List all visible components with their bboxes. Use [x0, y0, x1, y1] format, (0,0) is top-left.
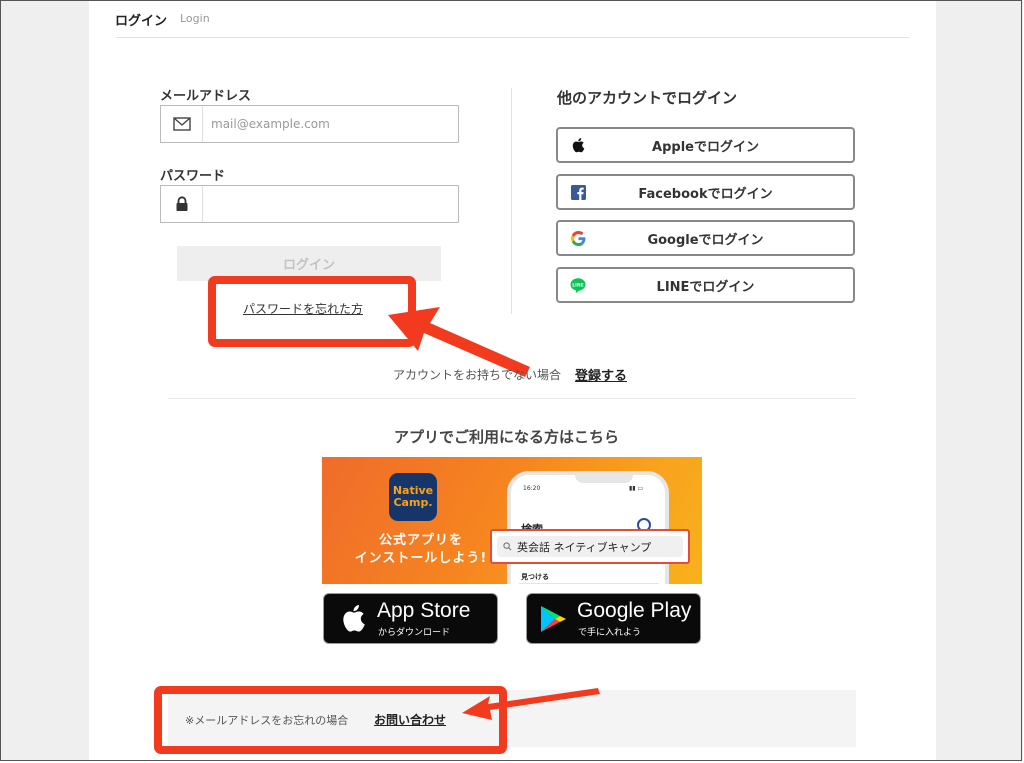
screenshot-frame: [0, 0, 1022, 761]
